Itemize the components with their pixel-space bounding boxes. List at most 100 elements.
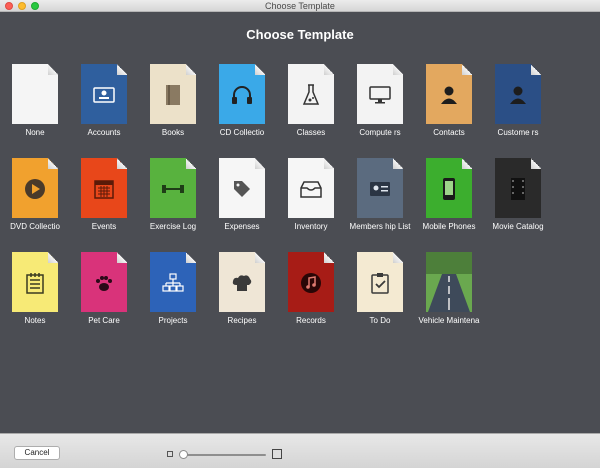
template-inventory[interactable]: Inventory: [278, 158, 344, 248]
chef-hat-icon: [219, 268, 265, 298]
page-fold: [117, 64, 127, 75]
template-exercise-log[interactable]: Exercise Log: [140, 158, 206, 248]
film-icon: [495, 174, 541, 204]
template-chooser: Choose Template None Accounts Books CD Coll…: [0, 13, 600, 433]
template-members-hip-list[interactable]: Members hip List: [347, 158, 413, 248]
template-label: Contacts: [433, 128, 465, 137]
template-label: CD Collectio: [219, 128, 265, 137]
icon-size-slider[interactable]: [182, 454, 266, 456]
tray-icon: [288, 174, 334, 204]
template-label: Custome rs: [497, 128, 539, 137]
page-fold: [48, 158, 58, 169]
template-label: Classes: [296, 128, 326, 137]
small-icon-size-icon: [167, 451, 173, 457]
member-card-icon: [357, 174, 403, 204]
template-label: Accounts: [87, 128, 121, 137]
template-label: Exercise Log: [149, 222, 197, 231]
template-label: Recipes: [227, 316, 257, 325]
template-recipes[interactable]: Recipes: [209, 252, 275, 342]
template-label: Expenses: [224, 222, 260, 231]
template-label: Compute rs: [359, 128, 401, 137]
template-books[interactable]: Books: [140, 64, 206, 154]
template-custome-rs[interactable]: Custome rs: [485, 64, 551, 154]
headphones-icon: [219, 80, 265, 110]
paw-icon: [81, 268, 127, 298]
template-label: Inventory: [294, 222, 328, 231]
template-expenses[interactable]: Expenses: [209, 158, 275, 248]
template-pet-care[interactable]: Pet Care: [71, 252, 137, 342]
template-records[interactable]: Records: [278, 252, 344, 342]
template-dvd-collectio[interactable]: DVD Collectio: [2, 158, 68, 248]
page-fold: [462, 158, 472, 169]
page-fold: [117, 158, 127, 169]
template-label: Records: [296, 316, 326, 325]
template-label: Books: [161, 128, 185, 137]
page-fold: [462, 64, 472, 75]
person-icon: [495, 80, 541, 110]
template-cd-collectio[interactable]: CD Collectio: [209, 64, 275, 154]
bottom-bar: Cancel: [0, 433, 600, 468]
music-note-icon: [288, 268, 334, 298]
tag-icon: [219, 174, 265, 204]
org-chart-icon: [150, 268, 196, 298]
phone-icon: [426, 174, 472, 204]
template-label: Pet Care: [88, 316, 120, 325]
template-compute-rs[interactable]: Compute rs: [347, 64, 413, 154]
page-fold: [255, 158, 265, 169]
page-fold: [324, 64, 334, 75]
template-label: Notes: [24, 316, 46, 325]
template-none[interactable]: None: [2, 64, 68, 154]
notepad-icon: [12, 268, 58, 298]
page-fold: [186, 252, 196, 263]
page-fold: [393, 64, 403, 75]
page-fold: [393, 158, 403, 169]
template-movie-catalog[interactable]: Movie Catalog: [485, 158, 551, 248]
cancel-button[interactable]: Cancel: [14, 446, 60, 460]
page-fold: [531, 64, 541, 75]
template-label: Mobile Phones: [422, 222, 476, 231]
template-label: Events: [91, 222, 117, 231]
page-fold: [255, 252, 265, 263]
template-events[interactable]: Events: [71, 158, 137, 248]
id-card-icon: [81, 80, 127, 110]
flask-icon: [288, 80, 334, 110]
calendar-icon: [81, 174, 127, 204]
template-classes[interactable]: Classes: [278, 64, 344, 154]
template-label: Movie Catalog: [492, 222, 544, 231]
page-fold: [531, 158, 541, 169]
page-fold: [117, 252, 127, 263]
page-fold: [255, 64, 265, 75]
play-icon: [12, 174, 58, 204]
book-icon: [150, 80, 196, 110]
monitor-icon: [357, 80, 403, 110]
page-fold: [186, 64, 196, 75]
template-label: Members hip List: [349, 222, 411, 231]
slider-knob[interactable]: [179, 450, 188, 459]
template-contacts[interactable]: Contacts: [416, 64, 482, 154]
person-icon: [426, 80, 472, 110]
template-vehicle-maintena[interactable]: Vehicle Maintena: [416, 252, 482, 342]
template-label: Vehicle Maintena: [418, 316, 480, 325]
template-label: None: [25, 128, 45, 137]
page-fold: [48, 64, 58, 75]
dumbbell-icon: [150, 174, 196, 204]
page-fold: [393, 252, 403, 263]
checklist-icon: [357, 268, 403, 298]
template-label: DVD Collectio: [10, 222, 60, 231]
page-fold: [48, 252, 58, 263]
window-title: Choose Template: [265, 1, 335, 11]
blank-doc-icon: [12, 80, 58, 110]
template-grid: None Accounts Books CD Collectio Classes Comp…: [0, 63, 600, 363]
template-to-do[interactable]: To Do: [347, 252, 413, 342]
template-accounts[interactable]: Accounts: [71, 64, 137, 154]
road-icon: [426, 252, 472, 312]
template-label: To Do: [369, 316, 391, 325]
page-fold: [324, 252, 334, 263]
template-projects[interactable]: Projects: [140, 252, 206, 342]
page-title: Choose Template: [246, 27, 354, 42]
template-mobile-phones[interactable]: Mobile Phones: [416, 158, 482, 248]
template-label: Projects: [158, 316, 188, 325]
template-notes[interactable]: Notes: [2, 252, 68, 342]
large-icon-size-icon: [272, 449, 282, 459]
page-fold: [186, 158, 196, 169]
